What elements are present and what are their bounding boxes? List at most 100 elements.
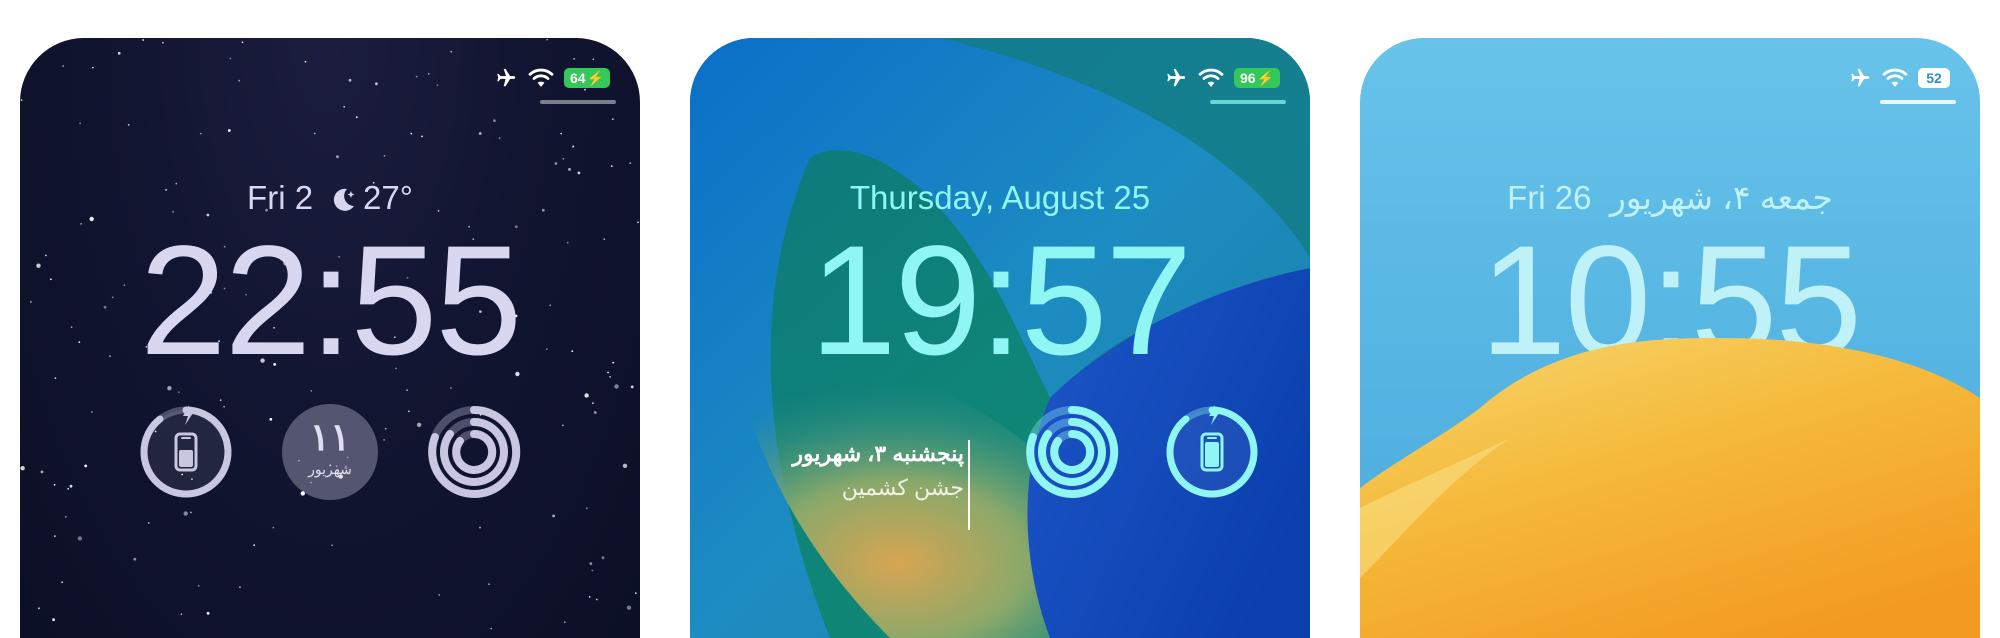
airplane-icon — [1167, 68, 1186, 87]
star — [611, 118, 614, 121]
star — [408, 410, 410, 413]
status-bar: 64 ⚡ — [494, 66, 610, 90]
star — [493, 119, 496, 122]
lock-screen-night: 64 ⚡ Fri 2 27° 22:55 ۱۱ شهریور — [20, 38, 640, 638]
star — [384, 427, 387, 430]
drag-handle[interactable] — [540, 100, 616, 104]
star — [40, 470, 44, 474]
star — [488, 583, 490, 585]
battery-widget[interactable] — [1164, 404, 1260, 500]
star — [626, 605, 632, 610]
airplane-icon — [497, 68, 516, 87]
star — [438, 594, 441, 596]
star — [133, 557, 137, 561]
star — [634, 592, 637, 594]
star — [197, 585, 200, 587]
star — [562, 424, 564, 427]
activity-rings-widget[interactable] — [1024, 404, 1120, 500]
calendar-date: پنجشنبه ۳، شهریور — [792, 441, 964, 466]
battery-widget[interactable] — [138, 404, 234, 500]
activity-rings-widget[interactable] — [426, 404, 522, 500]
star — [241, 41, 244, 44]
weather-temp: 27° — [363, 179, 413, 216]
charging-bolt-icon: ⚡ — [586, 70, 604, 86]
star — [127, 124, 130, 126]
star — [77, 536, 83, 541]
star — [585, 507, 588, 510]
star — [20, 99, 23, 101]
calendar-day-number: ۱۱ — [309, 417, 351, 459]
star — [162, 41, 164, 44]
star — [479, 526, 481, 529]
star — [69, 484, 73, 488]
drag-handle[interactable] — [1210, 100, 1286, 104]
calendar-divider — [968, 440, 970, 530]
status-bar: 96 ⚡ — [1164, 66, 1280, 90]
star — [588, 596, 591, 598]
star — [577, 171, 581, 175]
star — [25, 67, 29, 71]
star — [355, 116, 358, 118]
star — [54, 535, 56, 537]
activity-rings-icon — [1026, 405, 1119, 498]
star — [269, 417, 273, 421]
star — [67, 487, 70, 490]
star — [406, 389, 408, 391]
star — [239, 586, 241, 588]
star — [20, 466, 25, 471]
star — [410, 132, 413, 135]
calendar-widget[interactable]: ۱۱ شهریور — [282, 404, 378, 500]
star — [331, 544, 333, 547]
battery-level: 96 — [1239, 70, 1256, 86]
star — [219, 399, 222, 402]
star — [592, 402, 594, 404]
star — [79, 122, 81, 125]
star — [206, 611, 210, 615]
star — [272, 526, 275, 529]
star — [609, 376, 611, 378]
star — [610, 165, 613, 168]
star — [562, 158, 565, 160]
star — [637, 221, 639, 224]
star — [383, 155, 386, 157]
battery-icon: 96 ⚡ — [1233, 68, 1280, 88]
star — [478, 132, 482, 135]
star — [573, 58, 575, 60]
star — [91, 411, 93, 413]
star — [383, 439, 385, 441]
star — [622, 463, 628, 468]
star — [117, 51, 121, 55]
star — [142, 39, 144, 41]
star — [199, 132, 202, 135]
calendar-month: شهریور — [308, 461, 352, 477]
star — [563, 621, 566, 624]
star — [554, 162, 558, 165]
star — [180, 613, 183, 616]
calendar-event: جشن کشمین — [841, 475, 964, 500]
star — [629, 162, 632, 164]
star — [53, 483, 56, 486]
wifi-icon — [1198, 68, 1224, 87]
charging-bolt-icon: ⚡ — [1256, 70, 1274, 86]
phone-battery-icon — [1166, 405, 1258, 498]
star — [375, 82, 378, 86]
lock-screen-ios16-default: 96 ⚡ Thursday, August 25 19:57 پنجشنبه ۳،… — [690, 38, 1310, 638]
star — [313, 132, 316, 135]
clock-time: 19:57 — [809, 214, 1192, 388]
moon-icon — [329, 182, 357, 211]
star — [601, 556, 605, 560]
star — [348, 78, 352, 82]
star — [92, 66, 94, 69]
date-label: Fri 2 — [247, 179, 314, 216]
calendar-widget[interactable]: پنجشنبه ۳، شهریور جشن کشمین — [740, 438, 964, 506]
star — [593, 411, 597, 414]
date-weather-line: Fri 2 27° — [20, 178, 640, 218]
star — [584, 393, 589, 398]
star — [64, 516, 67, 518]
star — [498, 137, 501, 139]
star — [253, 544, 256, 547]
star — [421, 135, 423, 138]
lock-screen-orange-hill: 52 Fri 26 جمعه ۴، شهریور 10:55 — [1360, 38, 1980, 638]
star — [568, 168, 571, 171]
activity-rings-icon — [428, 405, 521, 498]
